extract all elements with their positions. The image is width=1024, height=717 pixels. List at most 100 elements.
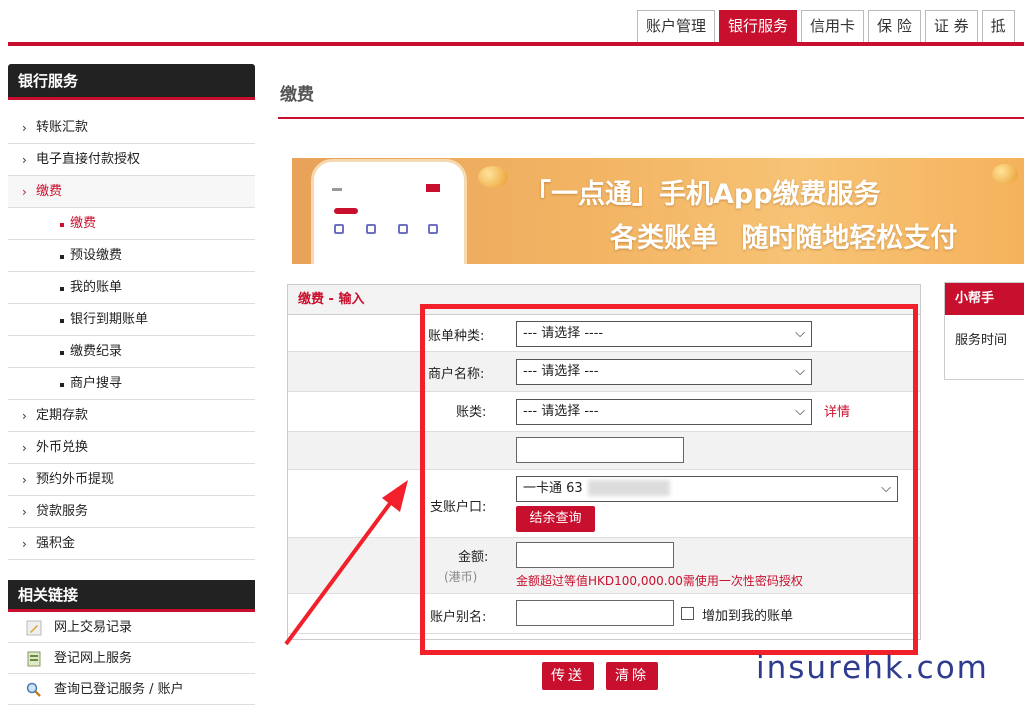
sidebar-sub-label: 缴费纪录	[70, 344, 123, 359]
sidebar-sub-preset[interactable]: 预设缴费	[8, 240, 255, 272]
phone-illustration	[314, 162, 464, 264]
link-label: 登记网上服务	[54, 651, 133, 666]
chevron-right-icon: ›	[22, 441, 27, 455]
sidebar-sub-due-bills[interactable]: 银行到期账单	[8, 304, 255, 336]
row-alias: 账户别名: 增加到我的账单	[288, 594, 920, 634]
sidebar-item-label: 定期存款	[36, 408, 89, 423]
row-account-number	[288, 432, 920, 470]
coin-icon	[478, 166, 508, 188]
balance-query-button[interactable]: 结余查询	[516, 506, 595, 532]
link-label: 网上交易记录	[54, 620, 133, 635]
sidebar-item-label: 外币兑换	[36, 440, 89, 455]
menu-icon	[332, 188, 342, 191]
account-type-select[interactable]: --- 请选择 --- ⌵	[516, 399, 812, 425]
sidebar-item-fx[interactable]: › 外币兑换	[8, 432, 255, 464]
sidebar-item-transfer[interactable]: › 转账汇款	[8, 112, 255, 144]
sidebar-item-edda[interactable]: › 电子直接付款授权	[8, 144, 255, 176]
sidebar-item-fx-withdrawal[interactable]: › 预约外币提现	[8, 464, 255, 496]
sidebar-sub-pay[interactable]: 缴费	[8, 208, 255, 240]
merchant-select[interactable]: --- 请选择 --- ⌵	[516, 359, 812, 385]
sidebar-item-loans[interactable]: › 贷款服务	[8, 496, 255, 528]
tab-credit-card[interactable]: 信用卡	[801, 10, 865, 42]
bank-logo-icon	[426, 184, 440, 192]
sidebar-item-label: 贷款服务	[36, 504, 89, 519]
account-type-label: 账类:	[456, 405, 487, 420]
promo-banner[interactable]: 「一点通」手机App缴费服务 各类账单 随时随地轻松支付	[292, 158, 1024, 264]
sidebar-title: 银行服务	[8, 64, 255, 100]
helper-title: 小帮手	[945, 283, 1024, 315]
details-link[interactable]: 详情	[824, 401, 850, 420]
helper-service-hours[interactable]: 服务时间	[945, 315, 1024, 348]
amount-hint: 金额超过等值HKD100,000.00需使用一次性密码授权	[516, 574, 803, 588]
sidebar-sub-label: 银行到期账单	[70, 312, 149, 327]
app-icon	[428, 224, 438, 234]
pencil-icon	[26, 620, 42, 636]
app-icon	[398, 224, 408, 234]
banner-subline: 各类账单 随时随地轻松支付	[610, 223, 958, 254]
clear-button[interactable]: 清除	[606, 662, 658, 690]
bullet-icon	[60, 351, 64, 355]
chevron-right-icon: ›	[22, 505, 27, 519]
sidebar-menu: › 转账汇款 › 电子直接付款授权 › 缴费 缴费 预设缴费 我的账单 银行到期账单 …	[8, 112, 255, 560]
title-divider	[278, 117, 1024, 119]
sidebar-sub-history[interactable]: 缴费纪录	[8, 336, 255, 368]
helper-panel: 小帮手 服务时间	[944, 282, 1024, 380]
sidebar-item-label: 电子直接付款授权	[36, 152, 141, 167]
bullet-icon	[60, 319, 64, 323]
sidebar-item-label: 预约外币提现	[36, 472, 115, 487]
bullet-icon	[60, 223, 64, 227]
link-online-transactions[interactable]: 网上交易记录	[8, 612, 255, 643]
chevron-right-icon: ›	[22, 537, 27, 551]
link-register-service[interactable]: 登记网上服务	[8, 643, 255, 674]
link-query-registered[interactable]: 查询已登记服务 / 账户	[8, 674, 255, 705]
row-pay-account: 支账户口: 一卡通 63 ⌵ 结余查询	[288, 470, 920, 538]
bullet-icon	[60, 383, 64, 387]
chevron-right-icon: ›	[22, 473, 27, 487]
sidebar-sub-my-bills[interactable]: 我的账单	[8, 272, 255, 304]
merchant-label: 商户名称:	[428, 367, 485, 382]
magnifier-icon	[26, 682, 41, 697]
tab-insurance[interactable]: 保 险	[868, 10, 921, 42]
sidebar-sub-label: 缴费	[70, 216, 97, 231]
tab-banking-services[interactable]: 银行服务	[719, 10, 798, 42]
sidebar-item-label: 转账汇款	[36, 120, 89, 135]
sidebar-item-mpf[interactable]: › 强积金	[8, 528, 255, 560]
add-to-bills-checkbox[interactable]	[681, 607, 694, 620]
sidebar-item-label: 强积金	[36, 536, 76, 551]
amount-input[interactable]	[516, 542, 674, 568]
sidebar-sub-label: 商户搜寻	[70, 376, 123, 391]
sidebar-sub-merchant-search[interactable]: 商户搜寻	[8, 368, 255, 400]
bullet-icon	[60, 287, 64, 291]
account-number-input[interactable]	[516, 437, 684, 463]
chevron-down-icon: ⌵	[881, 481, 891, 496]
page-title: 缴费	[280, 85, 314, 105]
banner-headline: 「一点通」手机App缴费服务	[524, 179, 881, 210]
row-account-type: 账类: --- 请选择 --- ⌵ 详情	[288, 392, 920, 432]
sidebar-sub-label: 我的账单	[70, 280, 123, 295]
masked-account	[588, 480, 670, 496]
app-icon	[334, 224, 344, 234]
chevron-right-icon: ›	[22, 153, 27, 167]
chevron-right-icon: ›	[22, 185, 27, 199]
submit-button[interactable]: 传送	[542, 662, 594, 690]
register-icon	[27, 651, 41, 667]
sidebar: 银行服务 › 转账汇款 › 电子直接付款授权 › 缴费 缴费 预设缴费 我的账单 银行…	[8, 64, 255, 705]
alias-input[interactable]	[516, 600, 674, 626]
bill-type-select[interactable]: --- 请选择 ---- ⌵	[516, 321, 812, 347]
sidebar-item-time-deposit[interactable]: › 定期存款	[8, 400, 255, 432]
chevron-right-icon: ›	[22, 121, 27, 135]
sidebar-item-bill-payment[interactable]: › 缴费	[8, 176, 255, 208]
alias-label: 账户别名:	[430, 610, 487, 625]
watermark-text: insurehk.com	[756, 650, 989, 686]
tab-mortgage[interactable]: 抵	[981, 10, 1015, 42]
top-nav-tabs: 账户管理 银行服务 信用卡 保 险 证 券 抵	[637, 10, 1015, 42]
sidebar-item-label: 缴费	[36, 184, 63, 199]
sidebar-sub-label: 预设缴费	[70, 248, 123, 263]
row-merchant: 商户名称: --- 请选择 --- ⌵	[288, 352, 920, 392]
chevron-down-icon: ⌵	[795, 326, 805, 341]
form-header: 缴费 - 输入	[288, 285, 920, 315]
link-label: 查询已登记服务 / 账户	[54, 682, 184, 697]
tab-account-management[interactable]: 账户管理	[637, 10, 716, 42]
pay-account-select[interactable]: 一卡通 63 ⌵	[516, 476, 898, 502]
tab-securities[interactable]: 证 券	[924, 10, 978, 42]
